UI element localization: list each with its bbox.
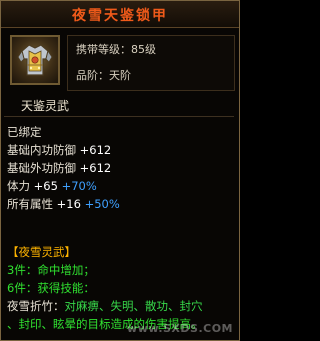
stat-label: 体力 — [7, 179, 30, 193]
skill-desc: 对麻痹、失明、散功、封穴 — [64, 299, 203, 313]
stat-value: +16 — [56, 197, 81, 211]
item-title: 夜雪天鉴锁甲 — [72, 8, 168, 24]
set-bonus-block: 【夜雪灵武】 3件：命中增加； 6件：获得技能： 夜雪折竹：对麻痹、失明、散功、… — [7, 243, 235, 333]
set-bonus-3-piece: 3件：命中增加； — [7, 263, 95, 277]
set-bonus-6-piece: 6件：获得技能： — [7, 281, 95, 295]
carry-level-value: 85级 — [131, 43, 156, 56]
stat-all-attributes: 所有属性 +16 +50% — [7, 195, 235, 213]
stat-label: 基础内功防御 — [7, 143, 76, 157]
carry-level-label: 携带等级： — [76, 43, 131, 56]
stat-label: 基础外功防御 — [7, 161, 76, 175]
stat-percent: +50% — [84, 197, 120, 211]
watermark: www.SXDS.COM — [127, 322, 233, 335]
grade-label: 品阶： — [76, 69, 109, 82]
carry-level-row: 携带等级：85级 — [76, 41, 156, 57]
set-name: 天鉴灵武 — [21, 99, 70, 113]
stat-value: +612 — [79, 143, 112, 157]
stat-percent: +70% — [61, 179, 97, 193]
stat-outer-defense: 基础外功防御 +612 — [7, 159, 235, 177]
armor-icon-graphic — [17, 44, 53, 76]
set-bonus-header: 【夜雪灵武】 — [7, 245, 76, 259]
grade-value: 天阶 — [109, 69, 131, 82]
stats-block: 已绑定 基础内功防御 +612 基础外功防御 +612 体力 +65 +70% … — [7, 123, 235, 213]
title-bar: 夜雪天鉴锁甲 — [1, 1, 239, 28]
set-skill-line1: 夜雪折竹：对麻痹、失明、散功、封穴 — [7, 297, 235, 315]
item-info-box: 携带等级：85级 品阶：天阶 — [67, 35, 235, 91]
stat-value: +65 — [33, 179, 58, 193]
stat-label: 所有属性 — [7, 197, 53, 211]
grade-row: 品阶：天阶 — [76, 67, 131, 83]
armor-icon[interactable] — [10, 35, 60, 85]
stat-stamina: 体力 +65 +70% — [7, 177, 235, 195]
skill-name: 夜雪折竹： — [7, 299, 65, 313]
divider — [4, 116, 234, 117]
stat-inner-defense: 基础内功防御 +612 — [7, 141, 235, 159]
stat-value: +612 — [79, 161, 112, 175]
item-tooltip: 夜雪天鉴锁甲 携带等级：85级 品阶：天阶 天鉴灵武 已绑定 基础内功防御 +6… — [0, 0, 240, 341]
bound-status: 已绑定 — [7, 125, 42, 139]
